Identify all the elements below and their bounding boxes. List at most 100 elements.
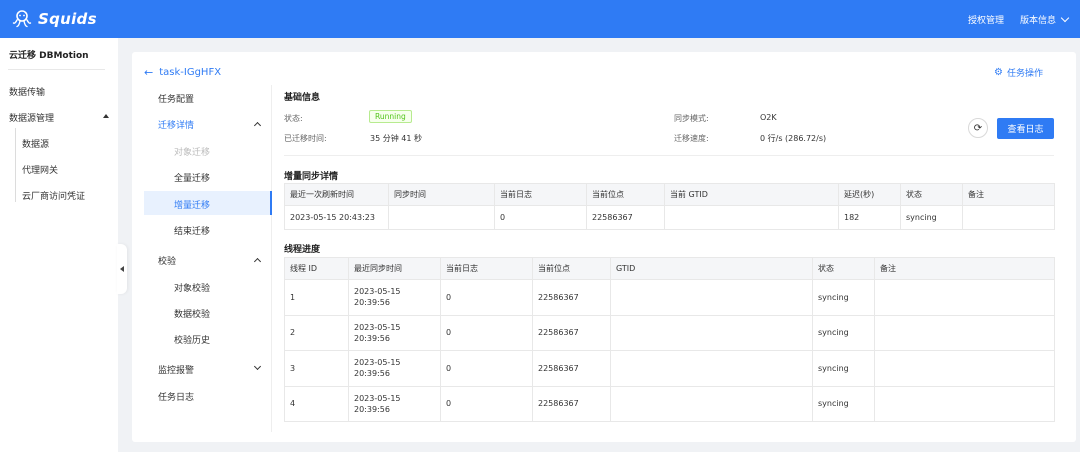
sidebar-item-proxy-gateway[interactable]: 代理网关 xyxy=(22,163,58,176)
column-header: GTID xyxy=(610,257,813,280)
sidebar-divider xyxy=(8,69,105,70)
tab-full-migration[interactable]: 全量迁移 xyxy=(174,171,210,184)
gtid xyxy=(610,279,813,316)
column-header: 当前日志 xyxy=(494,183,587,206)
table-cell: 182 xyxy=(838,205,901,230)
last-sync-time: 2023-05-15 20:39:56 xyxy=(348,279,441,316)
current-position: 22586367 xyxy=(532,314,611,351)
back-link[interactable]: ← task-IGgHFX xyxy=(144,66,221,79)
sidebar-item-datasource-management[interactable]: 数据源管理 xyxy=(9,111,54,124)
auth-management-label: 授权管理 xyxy=(967,15,1004,26)
elapsed-label: 已迁移时间: xyxy=(284,134,327,143)
top-header: Squids 授权管理 版本信息 xyxy=(0,0,1080,38)
tab-object-migration: 对象迁移 xyxy=(174,148,211,158)
arrow-left-icon: ← xyxy=(144,66,154,79)
chevron-down-icon xyxy=(1060,13,1070,22)
tab-migration-detail[interactable]: 迁移详情 xyxy=(158,118,194,131)
tab-verify[interactable]: 校验 xyxy=(158,254,176,267)
last-sync-time: 2023-05-15 20:39:56 xyxy=(348,314,441,351)
basic-info-title: 基础信息 xyxy=(284,93,321,103)
task-operations-label: 任务操作 xyxy=(1006,69,1043,79)
product-title: 云迁移 DBMotion xyxy=(9,51,89,61)
table-row: 2 2023-05-15 20:39:56 0 22586367 syncing xyxy=(284,314,1055,351)
task-name: task-IGgHFX xyxy=(159,67,222,78)
sync-time: 20:39:56 xyxy=(354,369,390,379)
auth-management-link[interactable]: 授权管理 xyxy=(968,13,1004,26)
sync-mode-label: 同步模式: xyxy=(674,114,709,123)
octopus-logo-icon xyxy=(12,9,32,29)
column-header: 备注 xyxy=(962,183,1055,206)
chevron-up-icon[interactable] xyxy=(253,257,262,266)
sync-date: 2023-05-15 xyxy=(354,358,401,368)
version-info-menu[interactable]: 版本信息 xyxy=(1019,13,1070,26)
table-row: 1 2023-05-15 20:39:56 0 22586367 syncing xyxy=(284,279,1055,316)
tab-end-migration[interactable]: 结束迁移 xyxy=(174,224,210,237)
speed-value: 0 行/s (286.72/s) xyxy=(760,134,827,143)
table-cell: 2023-05-15 20:43:23 xyxy=(284,205,389,230)
sync-mode-value: O2K xyxy=(760,113,777,122)
sync-date: 2023-05-15 xyxy=(354,393,401,403)
column-header: 最近同步时间 xyxy=(348,257,441,280)
task-operations-button[interactable]: ⚙ 任务操作 xyxy=(994,66,1043,79)
incremental-sync-table: 最近一次刷新时间 同步时间 当前日志 当前位点 当前 GTID 延迟(秒) 状态… xyxy=(284,183,1055,230)
status-badge: Running xyxy=(369,110,412,123)
version-info-label: 版本信息 xyxy=(1019,15,1056,26)
tab-monitor-alert[interactable]: 监控报警 xyxy=(158,363,194,376)
table-row: 3 2023-05-15 20:39:56 0 22586367 syncing xyxy=(284,350,1055,387)
thread-id: 1 xyxy=(284,279,349,316)
main-panel: ← task-IGgHFX ⚙ 任务操作 任务配置 迁移详情 对象迁移 全量迁移… xyxy=(132,52,1076,442)
thread-progress-title: 线程进度 xyxy=(284,245,321,255)
tab-task-log[interactable]: 任务日志 xyxy=(158,390,194,403)
tab-object-verify[interactable]: 对象校验 xyxy=(174,281,210,294)
sidebar-item-data-transfer[interactable]: 数据传输 xyxy=(9,85,45,98)
status: syncing xyxy=(812,350,875,387)
note xyxy=(874,279,1055,316)
column-header: 延迟(秒) xyxy=(838,183,901,206)
current-position: 22586367 xyxy=(532,279,611,316)
status-label: 状态: xyxy=(284,114,303,123)
thread-id: 3 xyxy=(284,350,349,387)
gtid xyxy=(610,385,813,422)
note xyxy=(874,314,1055,351)
chevron-up-icon[interactable] xyxy=(253,121,262,130)
table-row: 2023-05-15 20:43:23 0 22586367 182 synci… xyxy=(284,205,1055,230)
table-cell xyxy=(388,205,495,230)
sync-date: 2023-05-15 xyxy=(354,287,401,297)
view-log-button[interactable]: 查看日志 xyxy=(997,118,1054,139)
tree-line xyxy=(15,128,16,202)
column-header: 备注 xyxy=(874,257,1055,280)
sidebar-item-datasource[interactable]: 数据源 xyxy=(22,137,49,150)
tab-incremental-migration-label: 增量迁移 xyxy=(174,201,211,211)
column-header: 当前日志 xyxy=(440,257,533,280)
table-cell xyxy=(962,205,1055,230)
table-cell: syncing xyxy=(900,205,963,230)
status: syncing xyxy=(812,385,875,422)
thread-id: 2 xyxy=(284,314,349,351)
column-header: 状态 xyxy=(812,257,875,280)
tab-data-verify[interactable]: 数据校验 xyxy=(174,307,210,320)
brand-name: Squids xyxy=(38,10,97,28)
task-subnav: 任务配置 迁移详情 对象迁移 全量迁移 增量迁移 结束迁移 校验 对象校验 数据… xyxy=(144,85,272,432)
current-log: 0 xyxy=(440,279,533,316)
elapsed-value: 35 分钟 41 秒 xyxy=(370,134,422,143)
column-header: 线程 ID xyxy=(284,257,349,280)
chevron-down-icon[interactable] xyxy=(253,362,262,371)
collapse-arrow-icon xyxy=(120,266,124,272)
speed-label: 迁移速度: xyxy=(674,134,709,143)
tab-verify-history[interactable]: 校验历史 xyxy=(174,333,210,346)
note xyxy=(874,385,1055,422)
refresh-button[interactable]: ⟳ xyxy=(968,118,988,138)
sync-date: 2023-05-15 xyxy=(354,322,401,332)
current-position: 22586367 xyxy=(532,385,611,422)
caret-up-icon[interactable] xyxy=(103,114,109,118)
table-header-row: 最近一次刷新时间 同步时间 当前日志 当前位点 当前 GTID 延迟(秒) 状态… xyxy=(284,183,1055,206)
gtid xyxy=(610,314,813,351)
brand-logo[interactable]: Squids xyxy=(12,9,97,29)
tab-task-config[interactable]: 任务配置 xyxy=(158,92,194,105)
sidebar-collapse-handle[interactable] xyxy=(117,244,127,294)
status: syncing xyxy=(812,314,875,351)
sidebar-item-cloud-credentials[interactable]: 云厂商访问凭证 xyxy=(22,189,85,202)
note xyxy=(874,350,1055,387)
column-header: 状态 xyxy=(900,183,963,206)
sync-time: 20:39:56 xyxy=(354,404,390,414)
